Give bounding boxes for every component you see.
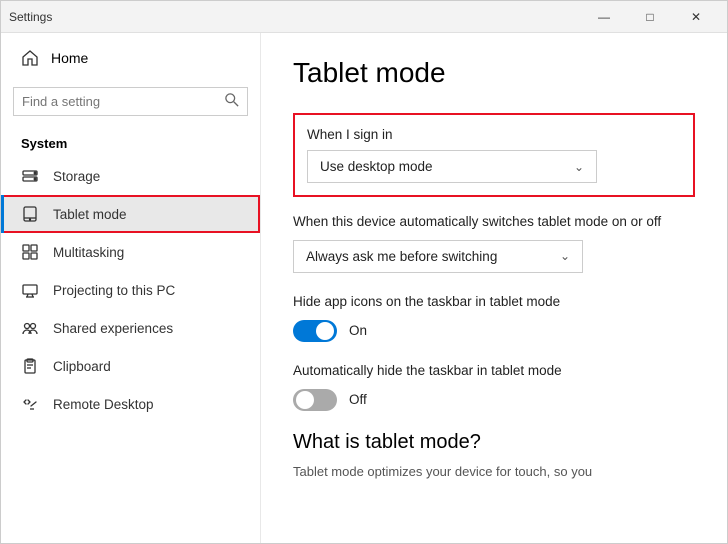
sign-in-section: When I sign in Use desktop mode ⌄	[293, 113, 695, 197]
search-icon	[225, 93, 239, 110]
page-title: Tablet mode	[293, 57, 695, 89]
auto-hide-section: Automatically hide the taskbar in tablet…	[293, 362, 695, 411]
sidebar-label-projecting: Projecting to this PC	[53, 283, 175, 298]
sidebar-item-tablet-mode[interactable]: Tablet mode	[1, 195, 260, 233]
hide-icons-section: Hide app icons on the taskbar in tablet …	[293, 293, 695, 342]
title-bar: Settings — □ ✕	[1, 1, 727, 33]
sidebar-item-storage[interactable]: Storage	[1, 157, 260, 195]
close-button[interactable]: ✕	[673, 1, 719, 33]
auto-hide-toggle[interactable]	[293, 389, 337, 411]
sidebar-label-tablet-mode: Tablet mode	[53, 207, 127, 222]
tablet-mode-icon	[21, 205, 39, 223]
window-title: Settings	[9, 10, 52, 24]
chevron-down-icon-2: ⌄	[560, 249, 570, 263]
auto-hide-toggle-label: Off	[349, 392, 367, 407]
sign-in-label: When I sign in	[307, 127, 681, 142]
sidebar-item-clipboard[interactable]: Clipboard	[1, 347, 260, 385]
sidebar-item-multitasking[interactable]: Multitasking	[1, 233, 260, 271]
sidebar-section-title: System	[1, 128, 260, 157]
sidebar-item-remote-desktop[interactable]: Remote Desktop	[1, 385, 260, 423]
auto-hide-label: Automatically hide the taskbar in tablet…	[293, 362, 695, 381]
auto-switch-dropdown[interactable]: Always ask me before switching ⌄	[293, 240, 583, 273]
settings-window: Settings — □ ✕ Home	[0, 0, 728, 544]
auto-switch-section: When this device automatically switches …	[293, 213, 695, 273]
sidebar-label-remote-desktop: Remote Desktop	[53, 397, 154, 412]
auto-hide-toggle-row: Off	[293, 389, 695, 411]
clipboard-icon	[21, 357, 39, 375]
minimize-button[interactable]: —	[581, 1, 627, 33]
hide-icons-label: Hide app icons on the taskbar in tablet …	[293, 293, 695, 312]
window-controls: — □ ✕	[581, 1, 719, 33]
sidebar: Home System	[1, 33, 261, 543]
maximize-button[interactable]: □	[627, 1, 673, 33]
sidebar-label-storage: Storage	[53, 169, 100, 184]
auto-switch-dropdown-value: Always ask me before switching	[306, 249, 497, 264]
projecting-icon	[21, 281, 39, 299]
hide-icons-toggle[interactable]	[293, 320, 337, 342]
home-icon	[21, 49, 39, 67]
hide-icons-toggle-row: On	[293, 320, 695, 342]
what-desc: Tablet mode optimizes your device for to…	[293, 462, 695, 482]
hide-icons-toggle-label: On	[349, 323, 367, 338]
search-input[interactable]	[22, 94, 219, 109]
sign-in-dropdown[interactable]: Use desktop mode ⌄	[307, 150, 597, 183]
what-title: What is tablet mode?	[293, 431, 695, 454]
sign-in-dropdown-value: Use desktop mode	[320, 159, 433, 174]
shared-experiences-icon	[21, 319, 39, 337]
sidebar-label-multitasking: Multitasking	[53, 245, 124, 260]
what-section: What is tablet mode? Tablet mode optimiz…	[293, 431, 695, 482]
search-box[interactable]	[13, 87, 248, 116]
chevron-down-icon: ⌄	[574, 160, 584, 174]
home-label: Home	[51, 50, 88, 66]
toggle-thumb-2	[296, 391, 314, 409]
multitasking-icon	[21, 243, 39, 261]
sidebar-item-home[interactable]: Home	[1, 33, 260, 83]
storage-icon	[21, 167, 39, 185]
content-area: Home System	[1, 33, 727, 543]
toggle-thumb	[316, 322, 334, 340]
sidebar-label-shared-experiences: Shared experiences	[53, 321, 173, 336]
main-content: Tablet mode When I sign in Use desktop m…	[261, 33, 727, 543]
remote-desktop-icon	[21, 395, 39, 413]
sidebar-label-clipboard: Clipboard	[53, 359, 111, 374]
sidebar-item-projecting[interactable]: Projecting to this PC	[1, 271, 260, 309]
auto-switch-label: When this device automatically switches …	[293, 213, 695, 232]
sidebar-item-shared-experiences[interactable]: Shared experiences	[1, 309, 260, 347]
